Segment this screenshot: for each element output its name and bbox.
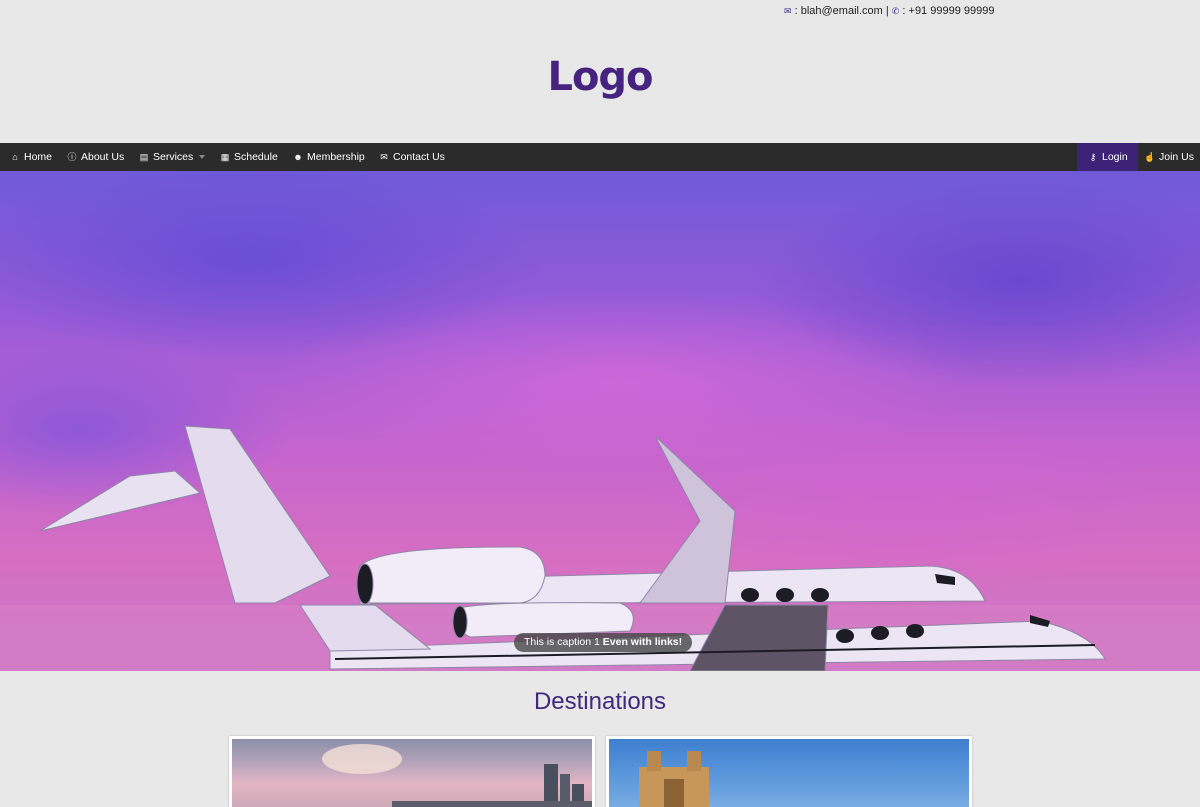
clipboard-icon: ▤ (139, 152, 149, 162)
key-icon: ⚷ (1089, 152, 1097, 162)
home-icon: ⌂ (12, 152, 18, 162)
nav-item-membership[interactable]: ☻ Membership (292, 143, 365, 171)
chevron-down-icon (199, 155, 206, 160)
nav-label: Membership (307, 151, 365, 163)
destination-card[interactable] (229, 736, 595, 807)
main-navbar: ⌂ Home ⓘ About Us ▤ Services ▦ Schedule ☻ Mem… (0, 143, 1200, 171)
nav-item-contact-us[interactable]: ✉ Contact Us (378, 143, 445, 171)
nav-label: Join Us (1159, 151, 1195, 163)
nav-item-about-us[interactable]: ⓘ About Us (66, 143, 124, 171)
contact-bar: ✉ : blah@email.com | ✆ : +91 99999 99999 (784, 5, 994, 17)
destination-image (232, 739, 592, 807)
nav-label: Schedule (234, 151, 278, 163)
destination-image (609, 739, 969, 807)
envelope-icon: ✉ (784, 6, 792, 16)
nav-label: Home (24, 151, 53, 163)
destination-card[interactable] (606, 736, 972, 807)
nav-item-services[interactable]: ▤ Services (138, 143, 206, 171)
contact-phone[interactable]: : +91 99999 99999 (902, 5, 994, 17)
hero-image (0, 425, 1200, 671)
nav-label: About Us (81, 151, 125, 163)
users-icon: ☻ (293, 152, 303, 162)
calendar-icon: ▦ (220, 152, 230, 162)
envelope-icon: ✉ (380, 152, 388, 162)
nav-item-home[interactable]: ⌂ Home (9, 143, 52, 171)
info-icon: ⓘ (67, 152, 77, 162)
thumbs-up-icon: ☝ (1144, 152, 1156, 162)
airplane-image (39, 425, 986, 605)
nav-label: Login (1102, 151, 1128, 163)
site-logo[interactable]: Logo (0, 54, 1200, 100)
hero-slider[interactable]: This is caption 1 Even with links! (0, 171, 1200, 671)
contact-email[interactable]: : blah@email.com | (795, 5, 889, 17)
caption-link[interactable]: Even with links! (603, 636, 682, 648)
nav-item-login[interactable]: ⚷ Login (1077, 143, 1138, 171)
nav-label: Services (153, 151, 194, 163)
nav-item-schedule[interactable]: ▦ Schedule (219, 143, 278, 171)
phone-icon: ✆ (891, 6, 900, 16)
destinations-heading: Destinations (533, 688, 667, 715)
slide-caption: This is caption 1 Even with links! (514, 633, 693, 652)
nav-item-join-us[interactable]: ☝ Join Us (1144, 143, 1194, 171)
nav-label: Contact Us (393, 151, 445, 163)
caption-text: This is caption 1 (524, 636, 603, 648)
